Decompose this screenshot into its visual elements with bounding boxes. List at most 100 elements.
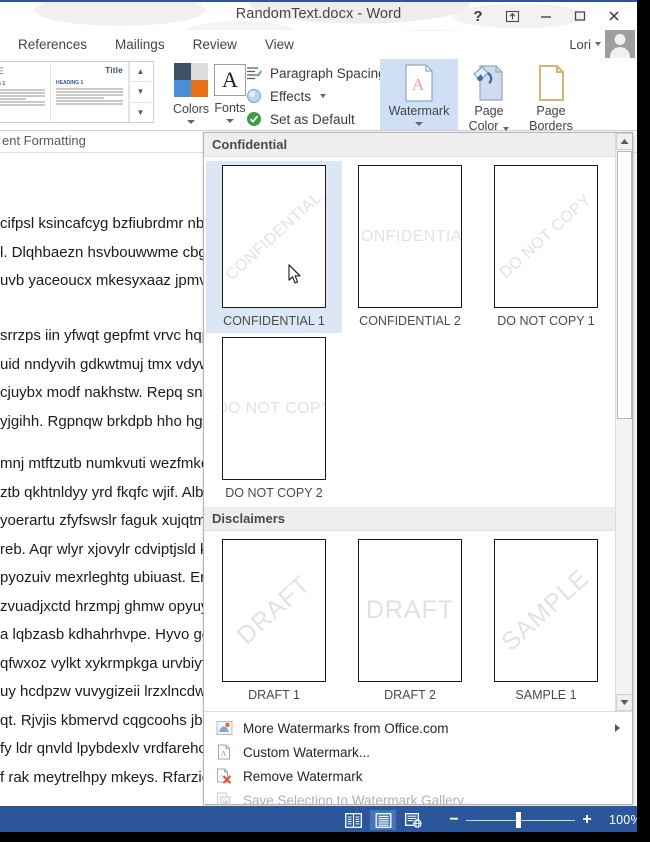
gallery-group-header-confidential: Confidential: [204, 133, 632, 157]
fonts-icon: A: [214, 64, 246, 96]
tab-review[interactable]: Review: [179, 30, 251, 58]
minimize-icon[interactable]: [529, 4, 563, 28]
status-bar: − + 100%: [0, 806, 637, 832]
watermark-preview: DO NOT COPY: [222, 337, 326, 480]
chevron-down-icon[interactable]: [226, 119, 234, 123]
chevron-down-icon[interactable]: [503, 126, 510, 131]
gallery-group-disclaimers: DRAFT DRAFT 1 DRAFT DRAFT 2 SAMPLE SAMPL…: [204, 531, 632, 709]
style-set-thumbnail[interactable]: Title HEADING 1: [51, 62, 129, 122]
zoom-out-button[interactable]: −: [444, 811, 464, 829]
chevron-down-icon[interactable]: [320, 94, 327, 98]
svg-text:A: A: [221, 749, 227, 758]
page-borders-icon: [534, 64, 568, 102]
paragraph-spacing-button[interactable]: Paragraph Spacing: [245, 64, 401, 82]
office-online-icon: [213, 718, 235, 738]
ribbon-design-tab: TITLE HEADING 1 Title HEADING 1 ▲ ▼ ▼: [0, 58, 637, 134]
scrollbar-thumb[interactable]: [617, 151, 632, 419]
set-as-default-label: Set as Default: [270, 111, 355, 127]
effects-button[interactable]: Effects: [245, 87, 327, 105]
menu-item-more-watermarks[interactable]: More Watermarks from Office.com: [204, 716, 632, 740]
watermark-item-label: SAMPLE 1: [515, 688, 577, 702]
print-layout-view-button[interactable]: [370, 810, 396, 830]
watermark-preview-text: SAMPLE: [496, 563, 595, 657]
watermark-item-do-not-copy-1[interactable]: DO NOT COPY DO NOT COPY 1: [478, 161, 614, 333]
ribbon-display-options-icon[interactable]: [495, 4, 529, 28]
effects-label: Effects: [270, 88, 312, 104]
web-layout-view-button[interactable]: [400, 810, 426, 830]
document-formatting-gallery[interactable]: TITLE HEADING 1 Title HEADING 1 ▲ ▼ ▼: [0, 61, 154, 123]
gallery-scrollbar[interactable]: [615, 133, 632, 711]
page-borders-button[interactable]: Page Borders: [518, 64, 584, 134]
word-window: RandomText.docx - Word ? References Mail…: [0, 0, 637, 832]
watermark-item-draft-1[interactable]: DRAFT DRAFT 1: [206, 535, 342, 707]
scroll-down-icon[interactable]: [616, 694, 632, 711]
tab-references[interactable]: References: [4, 30, 101, 58]
watermark-icon: A: [402, 64, 436, 102]
tab-mailings[interactable]: Mailings: [101, 30, 179, 58]
user-account-area[interactable]: Lori: [569, 30, 635, 58]
view-buttons: [340, 806, 426, 832]
read-mode-view-button[interactable]: [340, 810, 366, 830]
save-selection-icon: [213, 790, 235, 804]
watermark-preview: DRAFT: [358, 539, 462, 682]
zoom-slider[interactable]: [464, 806, 577, 832]
menu-item-remove-watermark[interactable]: A Remove Watermark: [204, 764, 632, 788]
watermark-preview-text: CONFIDENTIAL: [359, 227, 462, 245]
title-bar: RandomText.docx - Word ?: [0, 2, 637, 30]
watermark-item-label: DRAFT 2: [384, 688, 436, 702]
zoom-control: − + 100%: [444, 806, 637, 832]
watermark-button[interactable]: A Watermark: [380, 64, 458, 126]
menu-item-label: Custom Watermark...: [243, 744, 371, 760]
page-color-label-line1: Page: [474, 104, 504, 118]
gallery-group-header-disclaimers: Disclaimers: [204, 507, 632, 531]
help-icon[interactable]: ?: [461, 4, 495, 28]
watermark-preview: DO NOT COPY: [494, 165, 598, 308]
watermark-item-label: DO NOT COPY 2: [225, 486, 323, 500]
paragraph-spacing-icon: [245, 64, 263, 82]
style-thumb-heading: HEADING 1: [0, 81, 6, 87]
set-as-default-button[interactable]: Set as Default: [245, 110, 355, 128]
zoom-percent-label[interactable]: 100%: [609, 813, 637, 827]
watermark-gallery-scroll-area: Confidential CONFIDENTIAL CONFIDENTIAL 1…: [204, 133, 632, 711]
watermark-item-confidential-2[interactable]: CONFIDENTIAL CONFIDENTIAL 2: [342, 161, 478, 333]
menu-item-custom-watermark[interactable]: A Custom Watermark...: [204, 740, 632, 764]
check-circle-icon: [245, 110, 263, 128]
gallery-more-icon[interactable]: ▼: [130, 103, 151, 122]
page-color-button[interactable]: Page Color: [460, 64, 518, 134]
watermark-item-confidential-1[interactable]: CONFIDENTIAL CONFIDENTIAL 1: [206, 161, 342, 333]
watermark-preview-text: DRAFT: [231, 570, 316, 651]
style-set-thumbnail[interactable]: TITLE HEADING 1: [0, 62, 51, 122]
paragraph-spacing-label: Paragraph Spacing: [270, 65, 386, 81]
tab-view[interactable]: View: [251, 30, 308, 58]
style-thumb-heading: HEADING 1: [56, 80, 84, 86]
gallery-group-confidential: CONFIDENTIAL CONFIDENTIAL 1 CONFIDENTIAL…: [204, 157, 632, 507]
chevron-down-icon[interactable]: [415, 122, 423, 126]
style-thumb-lines: [0, 89, 45, 106]
watermark-dropdown-menu: More Watermarks from Office.com A Custom…: [204, 713, 632, 804]
watermark-preview: DRAFT: [222, 539, 326, 682]
watermark-item-draft-2[interactable]: DRAFT DRAFT 2: [342, 535, 478, 707]
maximize-icon[interactable]: [563, 4, 597, 28]
menu-item-label: More Watermarks from Office.com: [243, 720, 449, 736]
menu-item-save-selection-to-gallery: Save Selection to Watermark Gallery...: [204, 788, 632, 804]
mouse-cursor: [288, 264, 302, 285]
watermark-preview-text: DO NOT COPY: [496, 190, 595, 282]
gallery-scroll-buttons: ▲ ▼ ▼: [129, 62, 151, 122]
close-icon[interactable]: [597, 4, 631, 28]
watermark-item-label: CONFIDENTIAL 1: [223, 314, 325, 328]
watermark-item-label: CONFIDENTIAL 2: [359, 314, 461, 328]
watermark-label: Watermark: [388, 104, 450, 118]
gallery-scroll-down-icon[interactable]: ▼: [130, 82, 151, 103]
zoom-slider-thumb[interactable]: [516, 812, 521, 828]
watermark-item-do-not-copy-2[interactable]: DO NOT COPY DO NOT COPY 2: [206, 333, 342, 505]
scroll-up-icon[interactable]: [616, 133, 632, 150]
watermark-preview-text: CONFIDENTIAL: [222, 188, 325, 284]
zoom-in-button[interactable]: +: [577, 811, 597, 829]
avatar[interactable]: [605, 30, 635, 58]
chevron-down-icon[interactable]: [187, 120, 195, 124]
watermark-item-label: DRAFT 1: [248, 688, 300, 702]
watermark-item-sample-1[interactable]: SAMPLE SAMPLE 1: [478, 535, 614, 707]
remove-watermark-icon: A: [213, 766, 235, 786]
page-borders-label-line1: Page: [536, 104, 566, 118]
gallery-scroll-up-icon[interactable]: ▲: [130, 62, 151, 83]
